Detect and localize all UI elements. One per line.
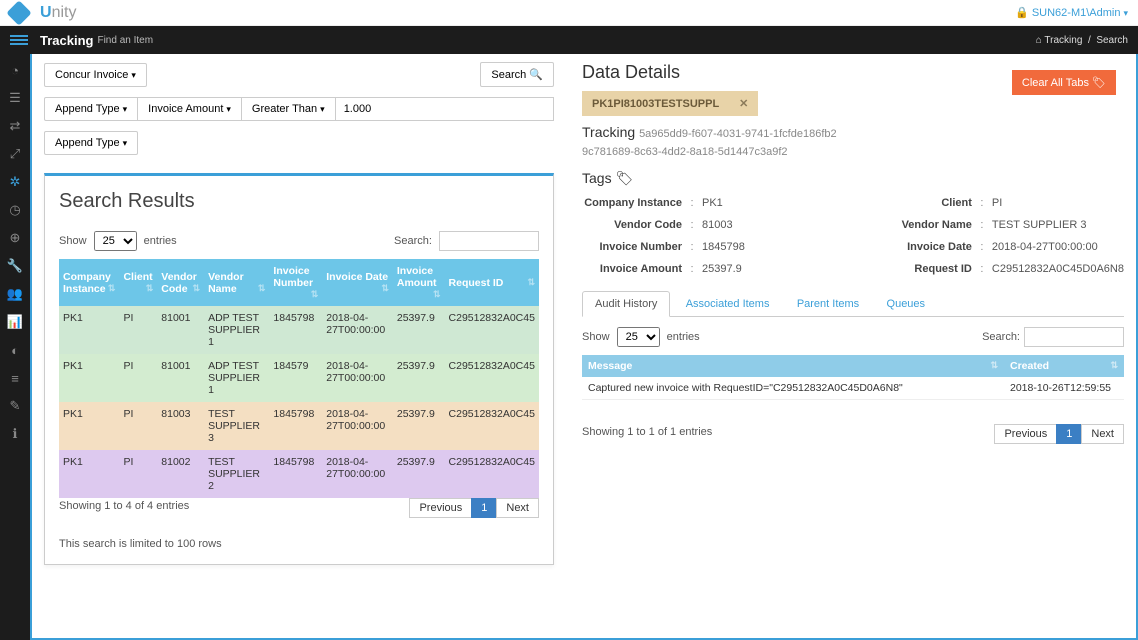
table-row[interactable]: PK1PI81001ADP TEST SUPPLIER 118457982018… xyxy=(59,306,539,354)
tags-label: Tags 🏷 xyxy=(582,170,1124,187)
sidebar-dashboard-icon[interactable]: ◔ xyxy=(7,62,23,78)
detail-field: Invoice Date:2018-04-27T00:00:00 xyxy=(872,241,1124,253)
page-size-control: Show 25 entries xyxy=(59,231,177,251)
tab-audit-history[interactable]: Audit History xyxy=(582,291,670,317)
detail-subtabs: Audit History Associated Items Parent It… xyxy=(582,291,1124,317)
page-title: Tracking xyxy=(40,33,93,48)
filter-value-input[interactable] xyxy=(335,97,554,121)
detail-field: Request ID:C29512832A0C45D0A6N8 xyxy=(872,263,1124,275)
detail-field: Client:PI xyxy=(872,197,1124,209)
limit-note: This search is limited to 100 rows xyxy=(59,538,539,550)
topbar: Unity 🔒 SUN62-M1\Admin▾ xyxy=(0,0,1138,26)
menu-toggle-icon[interactable] xyxy=(10,33,28,47)
detail-field: Invoice Number:1845798 xyxy=(582,241,832,253)
logo-text: Unity xyxy=(40,4,76,22)
page-size-select[interactable]: 25 xyxy=(94,231,137,251)
pagination: Previous1Next xyxy=(410,498,539,518)
sidebar-users-icon[interactable]: ✲ xyxy=(7,174,23,190)
close-tab-icon[interactable]: ✕ xyxy=(739,97,748,110)
table-search-input[interactable] xyxy=(439,231,539,251)
detail-fields: Company Instance:PK1 Client:PI Vendor Code… xyxy=(582,197,1124,275)
tab-associated-items[interactable]: Associated Items xyxy=(674,292,782,316)
detail-field: Invoice Amount:25397.9 xyxy=(582,263,832,275)
search-results-panel: Search Results Show 25 entries Search: C… xyxy=(44,173,554,565)
tracking-uuid-2: 9c781689-8c63-4dd2-8a18-5d1447c3a9f2 xyxy=(582,146,1124,158)
audit-page-1-button[interactable]: 1 xyxy=(1056,424,1082,444)
field-dropdown[interactable]: Invoice Amount▾ xyxy=(137,97,242,121)
sidebar-moon-icon[interactable]: ◐ xyxy=(7,342,23,358)
tab-parent-items[interactable]: Parent Items xyxy=(785,292,871,316)
column-header[interactable]: Client⇅ xyxy=(119,259,157,306)
audit-table: Message⇅Created⇅ Captured new invoice wi… xyxy=(582,355,1124,400)
sidebar-pencil-icon[interactable]: ✎ xyxy=(7,398,23,414)
search-icon: 🔍 xyxy=(529,69,543,81)
search-button[interactable]: Search 🔍 xyxy=(480,62,554,87)
audit-prev-button[interactable]: Previous xyxy=(994,424,1057,444)
append-type-dropdown-2[interactable]: Append Type▾ xyxy=(44,131,138,155)
column-header[interactable]: Vendor Code⇅ xyxy=(157,259,204,306)
tracking-label: Tracking 5a965dd9-f607-4031-9741-1fcfde1… xyxy=(582,124,1124,140)
audit-page-size-select[interactable]: 25 xyxy=(617,327,660,347)
table-search-control: Search: xyxy=(394,231,539,251)
user-lock-icon: 🔒 xyxy=(1015,7,1029,19)
detail-tab[interactable]: PK1PI81003TESTSUPPL ✕ xyxy=(582,91,758,116)
operator-dropdown[interactable]: Greater Than▾ xyxy=(241,97,336,121)
page-subtitle: Find an Item xyxy=(97,35,153,46)
sidebar-crop-icon[interactable]: ⤢ xyxy=(7,146,23,162)
results-title: Search Results xyxy=(59,190,539,213)
sidebar: ◔ ☰ ⇄ ⤢ ✲ ◷ ⊕ 🔧 👥 📊 ◐ ≡ ✎ ℹ xyxy=(0,54,30,640)
sidebar-list-icon[interactable]: ☰ xyxy=(7,90,23,106)
column-header[interactable]: Invoice Date⇅ xyxy=(322,259,393,306)
tags-icon: 🏷 xyxy=(1092,77,1106,89)
audit-entries-info: Showing 1 to 1 of 1 entries xyxy=(582,426,712,438)
breadcrumb: ⌂ Tracking / Search xyxy=(1036,35,1128,46)
entries-info: Showing 1 to 4 of 4 entries xyxy=(59,500,189,512)
audit-search-input[interactable] xyxy=(1024,327,1124,347)
table-row[interactable]: PK1PI81003TEST SUPPLIER 318457982018-04-… xyxy=(59,402,539,450)
table-row[interactable]: PK1PI81001ADP TEST SUPPLIER 11845792018-… xyxy=(59,354,539,402)
column-header[interactable]: Company Instance⇅ xyxy=(59,259,119,306)
sidebar-info-icon[interactable]: ℹ xyxy=(7,426,23,442)
audit-column-header[interactable]: Message⇅ xyxy=(582,355,1004,377)
clear-all-tabs-button[interactable]: Clear All Tabs 🏷 xyxy=(1012,70,1116,95)
chevron-down-icon: ▾ xyxy=(1123,8,1128,18)
sidebar-group-icon[interactable]: 👥 xyxy=(7,286,23,302)
next-page-button[interactable]: Next xyxy=(496,498,539,518)
sidebar-wrench-icon[interactable]: 🔧 xyxy=(7,258,23,274)
logo-icon xyxy=(6,0,31,25)
user-menu[interactable]: 🔒 SUN62-M1\Admin▾ xyxy=(1015,6,1128,19)
table-row[interactable]: PK1PI81002TEST SUPPLIER 218457982018-04-… xyxy=(59,450,539,498)
column-header[interactable]: Vendor Name⇅ xyxy=(204,259,269,306)
sidebar-swap-icon[interactable]: ⇄ xyxy=(7,118,23,134)
column-header[interactable]: Invoice Number⇅ xyxy=(269,259,322,306)
audit-next-button[interactable]: Next xyxy=(1081,424,1124,444)
sidebar-clock-icon[interactable]: ◷ xyxy=(7,202,23,218)
detail-field: Company Instance:PK1 xyxy=(582,197,832,209)
home-icon: ⌂ xyxy=(1036,35,1042,46)
append-type-dropdown[interactable]: Append Type▾ xyxy=(44,97,138,121)
detail-field: Vendor Name:TEST SUPPLIER 3 xyxy=(872,219,1124,231)
prev-page-button[interactable]: Previous xyxy=(409,498,472,518)
tab-queues[interactable]: Queues xyxy=(875,292,938,316)
page-1-button[interactable]: 1 xyxy=(471,498,497,518)
sidebar-db-icon[interactable]: ≡ xyxy=(7,370,23,386)
detail-field: Vendor Code:81003 xyxy=(582,219,832,231)
sidebar-globe-icon[interactable]: ⊕ xyxy=(7,230,23,246)
source-dropdown[interactable]: Concur Invoice▾ xyxy=(44,63,147,87)
sidebar-chart-icon[interactable]: 📊 xyxy=(7,314,23,330)
tag-icon: 🏷 xyxy=(615,170,633,186)
page-header: Tracking Find an Item ⌂ Tracking / Searc… xyxy=(0,26,1138,54)
audit-pagination: Previous1Next xyxy=(995,424,1124,444)
column-header[interactable]: Invoice Amount⇅ xyxy=(393,259,445,306)
audit-row[interactable]: Captured new invoice with RequestID="C29… xyxy=(582,377,1124,400)
audit-column-header[interactable]: Created⇅ xyxy=(1004,355,1124,377)
column-header[interactable]: Request ID⇅ xyxy=(445,259,539,306)
tracking-uuid: 5a965dd9-f607-4031-9741-1fcfde186fb2 xyxy=(639,128,837,140)
results-table: Company Instance⇅Client⇅Vendor Code⇅Vend… xyxy=(59,259,539,498)
